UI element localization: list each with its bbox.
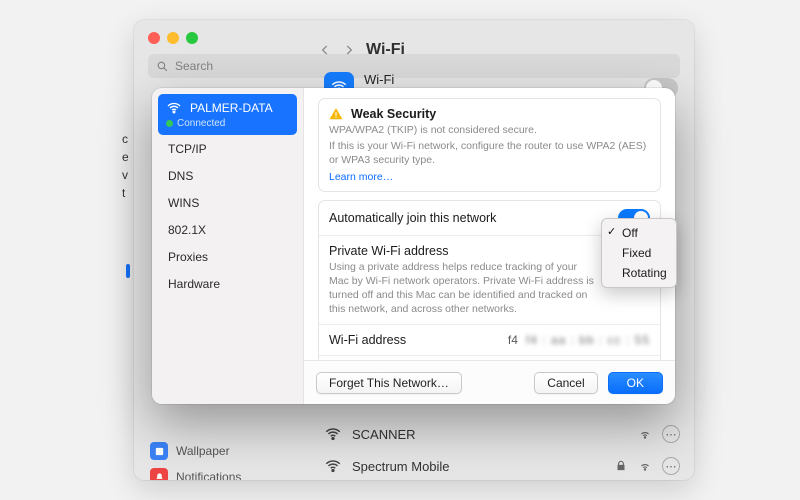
sidebar-item-label: 802.1X xyxy=(168,223,206,237)
sidebar-item-proxies[interactable]: Proxies xyxy=(158,244,297,270)
wifi-address-label: Wi-Fi address xyxy=(329,333,406,347)
sidebar-item-label: DNS xyxy=(168,169,193,183)
sidebar-item-dns[interactable]: DNS xyxy=(158,163,297,189)
forget-network-button[interactable]: Forget This Network… xyxy=(316,372,462,394)
sheet-sidebar: PALMER-DATA Connected TCP/IP DNS WINS 80… xyxy=(152,88,304,404)
sheet-footer: Forget This Network… Cancel OK xyxy=(304,360,675,404)
weak-security-line2: If this is your Wi-Fi network, configure… xyxy=(329,139,650,167)
popover-option-off[interactable]: Off xyxy=(602,223,676,243)
sidebar-item-wins[interactable]: WINS xyxy=(158,190,297,216)
popover-option-label: Off xyxy=(622,226,638,240)
sidebar-item-label: PALMER-DATA xyxy=(190,101,273,115)
weak-security-line1: WPA/WPA2 (TKIP) is not considered secure… xyxy=(329,123,650,137)
sidebar-item-8021x[interactable]: 802.1X xyxy=(158,217,297,243)
sidebar-item-label: Hardware xyxy=(168,277,220,291)
learn-more-link[interactable]: Learn more… xyxy=(329,171,650,183)
sheet-main: Weak Security WPA/WPA2 (TKIP) is not con… xyxy=(304,88,675,404)
private-address-desc: Using a private address helps reduce tra… xyxy=(329,260,599,317)
cancel-button[interactable]: Cancel xyxy=(534,372,597,394)
weak-security-card: Weak Security WPA/WPA2 (TKIP) is not con… xyxy=(318,98,661,192)
warning-icon xyxy=(329,107,343,121)
left-accent-bar xyxy=(126,264,130,278)
popover-option-label: Rotating xyxy=(622,266,667,280)
wifi-icon xyxy=(166,100,182,116)
sidebar-item-label: Proxies xyxy=(168,250,208,264)
sidebar-item-network[interactable]: PALMER-DATA Connected xyxy=(158,94,297,135)
auto-join-label: Automatically join this network xyxy=(329,211,496,225)
status-dot-icon xyxy=(166,120,173,127)
private-address-label: Private Wi-Fi address xyxy=(329,244,448,258)
sidebar-item-hardware[interactable]: Hardware xyxy=(158,271,297,297)
network-details-sheet: PALMER-DATA Connected TCP/IP DNS WINS 80… xyxy=(152,88,675,404)
sidebar-item-tcpip[interactable]: TCP/IP xyxy=(158,136,297,162)
status-text: Connected xyxy=(177,118,225,129)
cropped-edge-text: cevt xyxy=(122,130,129,202)
popover-option-label: Fixed xyxy=(622,246,651,260)
ok-button[interactable]: OK xyxy=(608,372,663,394)
wifi-address-prefix: f4 xyxy=(508,333,518,347)
wifi-address-row: Wi-Fi address f4 f4 : aa : bb : cc : 55 xyxy=(319,324,660,355)
sidebar-item-label: TCP/IP xyxy=(168,142,207,156)
sidebar-item-label: WINS xyxy=(168,196,199,210)
wifi-address-value: f4 : aa : bb : cc : 55 xyxy=(526,333,650,347)
popover-option-rotating[interactable]: Rotating xyxy=(602,263,676,283)
private-address-popover[interactable]: Off Fixed Rotating xyxy=(601,218,677,288)
popover-option-fixed[interactable]: Fixed xyxy=(602,243,676,263)
weak-security-title: Weak Security xyxy=(351,107,436,121)
